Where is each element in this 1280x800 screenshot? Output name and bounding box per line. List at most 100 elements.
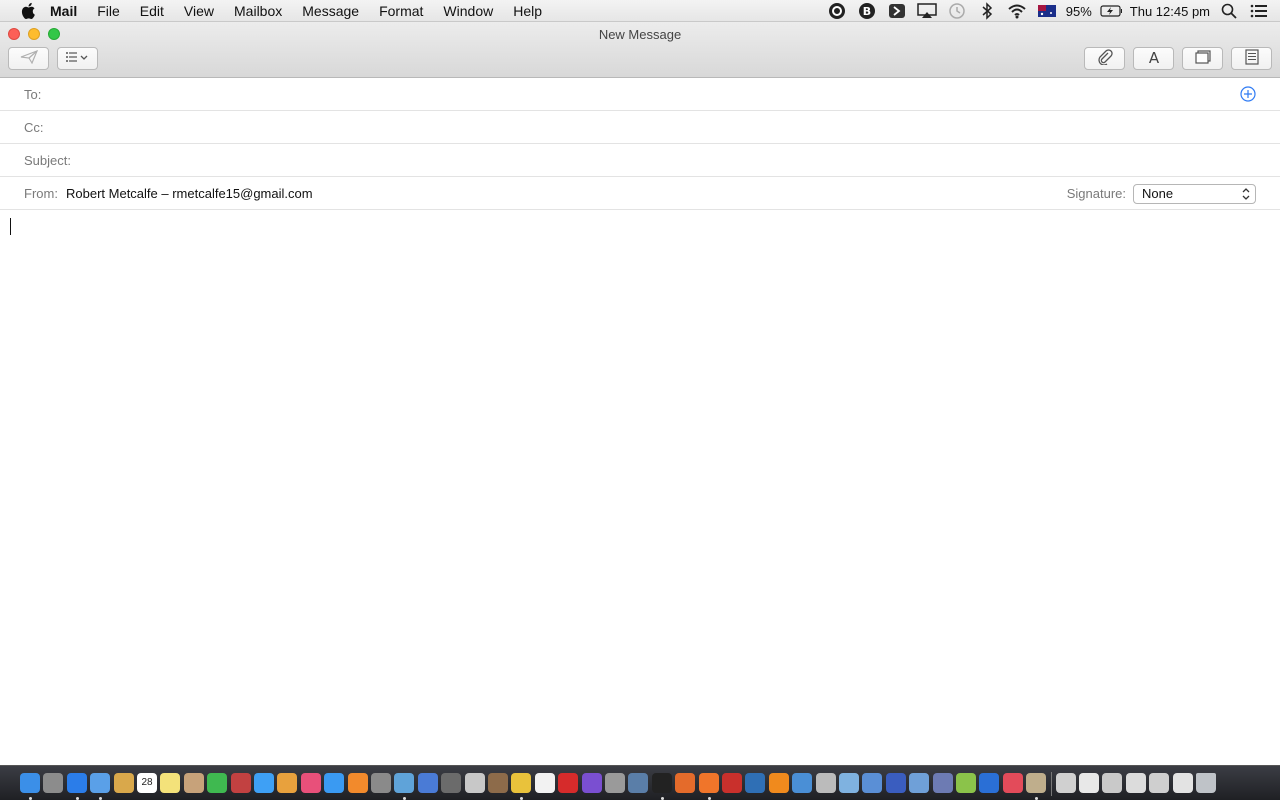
svg-text:B: B [863,5,871,18]
battery-percent[interactable]: 95% [1062,4,1096,19]
dock-onyx-icon[interactable] [464,773,485,793]
dock-facetime-icon[interactable] [207,773,228,793]
dock-scripts-icon[interactable] [488,773,508,793]
header-fields-icon [65,51,91,66]
stationery-icon [1244,49,1259,68]
signature-select[interactable]: None [1133,184,1256,204]
format-button[interactable]: A [1133,47,1174,70]
dock-photo-booth-icon[interactable] [230,773,251,793]
text-caret [10,218,11,235]
dock-colorsync-icon[interactable] [1002,773,1023,793]
dock-folder-5-icon[interactable] [1172,773,1193,793]
menu-mailbox[interactable]: Mailbox [224,0,292,22]
wifi-icon[interactable] [1006,2,1028,20]
menu-help[interactable]: Help [503,0,552,22]
bluetooth-icon[interactable] [976,2,998,20]
dock-virtualbox-icon[interactable] [909,773,930,793]
header-fields-button[interactable] [57,47,98,70]
dock-folder-icon[interactable] [862,773,883,793]
battery-charging-icon[interactable] [1100,2,1122,20]
menu-edit[interactable]: Edit [130,0,174,22]
attach-button[interactable] [1084,47,1125,70]
select-arrows-icon [1241,187,1251,206]
dock-pixelmator-icon[interactable] [675,773,696,793]
add-contact-icon[interactable] [1240,86,1256,102]
svg-text:A: A [1148,50,1159,64]
menu-view[interactable]: View [174,0,224,22]
dock-system-preferences-icon[interactable] [371,773,391,793]
notification-center-icon[interactable] [1248,2,1270,20]
dock-photos-icon[interactable] [277,773,298,793]
from-label: From: [24,186,58,201]
message-body-editor[interactable] [0,210,1280,760]
window-title: New Message [598,27,682,42]
dock-php-icon[interactable] [932,773,953,793]
dropzone-icon[interactable] [826,2,848,20]
australia-flag-icon[interactable] [1036,2,1058,20]
dock-folder-3-icon[interactable] [1125,773,1146,793]
dock-itunes-icon[interactable] [300,773,321,793]
to-field-row[interactable]: To: [0,78,1280,111]
subject-field-row[interactable]: Subject: [0,144,1280,177]
dock-image-capture-icon[interactable] [628,773,649,793]
dock-calendar-icon[interactable]: 28 [137,773,157,793]
bartender-icon[interactable]: B [856,2,878,20]
dock-box-icon[interactable] [839,773,859,793]
dock-android-icon[interactable] [956,773,976,793]
dock-help-icon[interactable] [815,773,836,793]
dock-utilities-icon[interactable] [441,773,462,793]
dock-screen-sharing-icon[interactable] [792,773,813,793]
dock-messages-icon[interactable] [254,773,274,793]
menu-format[interactable]: Format [369,0,433,22]
dock-chrome-icon[interactable] [511,773,532,793]
dock-mail-icon[interactable] [90,773,111,793]
dock-preview-icon[interactable] [394,773,415,793]
dock-trash-icon[interactable] [1196,773,1216,793]
signature-value: None [1142,186,1174,201]
menu-app-name[interactable]: Mail [40,0,87,22]
dock-launchpad-icon[interactable] [43,773,64,793]
dock-terminal-icon[interactable] [651,773,672,793]
photo-browser-icon [1194,50,1211,67]
spotlight-search-icon[interactable] [1218,2,1240,20]
clock[interactable]: Thu 12:45 pm [1126,4,1214,19]
dock-folder-4-icon[interactable] [1149,773,1170,793]
from-account-select[interactable]: Robert Metcalfe – rmetcalfe15@gmail.com [66,186,313,201]
from-field-row: From: Robert Metcalfe – rmetcalfe15@gmai… [0,177,1280,210]
dock-books-icon[interactable] [347,773,368,793]
apple-menu-icon[interactable] [18,0,40,22]
dock-imovie-icon[interactable] [581,773,602,793]
dock-filezilla-icon[interactable] [722,773,742,793]
dock-finder-icon[interactable] [20,773,40,793]
dock-vlc-icon[interactable] [768,773,789,793]
dock-stickies-icon[interactable] [160,773,181,793]
dock-xcode-icon[interactable] [417,773,438,793]
attachment-icon [1097,49,1113,68]
dock-docs-icon[interactable] [1079,773,1099,793]
menu-window[interactable]: Window [433,0,503,22]
time-machine-icon[interactable] [946,2,968,20]
stationery-button[interactable] [1231,47,1272,70]
dock-contacts-icon[interactable] [183,773,204,793]
dock-keychain-icon[interactable] [605,773,625,793]
menu-message[interactable]: Message [292,0,369,22]
photo-browser-button[interactable] [1182,47,1223,70]
cc-field-row[interactable]: Cc: [0,111,1280,144]
dock-script-editor-icon[interactable] [1026,773,1047,793]
dock-app-store-icon[interactable] [324,773,345,793]
dock-safari-icon[interactable] [66,773,87,793]
airplay-icon[interactable] [916,2,938,20]
dock-downloads-icon[interactable] [1055,773,1076,793]
menu-file[interactable]: File [87,0,130,22]
dock-textedit-icon[interactable] [534,773,555,793]
dock-separator [1050,772,1052,796]
dock-xcode-alt-icon[interactable] [979,773,1000,793]
send-button[interactable] [8,47,49,70]
app-icon[interactable] [886,2,908,20]
dock-cyberduck-icon[interactable] [745,773,766,793]
dock-bbedit-icon[interactable] [885,773,906,793]
dock-notes-icon[interactable] [113,773,134,793]
dock-firefox-icon[interactable] [698,773,719,793]
dock-opera-icon[interactable] [558,773,579,793]
dock-folder-2-icon[interactable] [1102,773,1123,793]
